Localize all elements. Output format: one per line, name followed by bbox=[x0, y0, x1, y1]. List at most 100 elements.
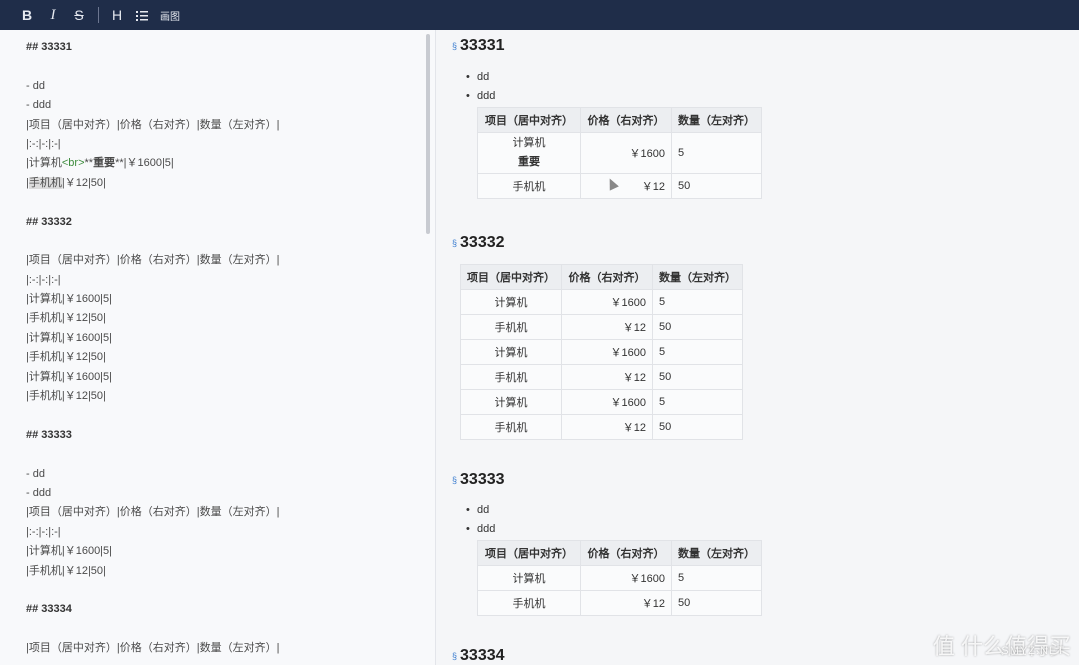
table-header: 价格（右对齐） bbox=[580, 107, 672, 133]
list-item: ddd bbox=[466, 523, 496, 535]
table-header: 数量（左对齐） bbox=[671, 540, 762, 566]
source-heading-line: ## 33331 bbox=[26, 41, 72, 53]
source-token: 手机机 bbox=[28, 176, 62, 189]
source-line bbox=[26, 581, 279, 600]
table-header: 项目（居中对齐） bbox=[477, 107, 581, 133]
source-line: |:-:|-:|:-| bbox=[26, 137, 61, 150]
table-cell: 计算机 bbox=[460, 289, 562, 315]
cell-bold-text: 重要 bbox=[518, 156, 540, 168]
table-cell: ￥12 bbox=[561, 314, 653, 340]
source-line bbox=[26, 620, 279, 639]
table-header: 价格（右对齐） bbox=[561, 264, 653, 290]
table-cell: ￥12 bbox=[580, 590, 672, 616]
source-line: |项目（居中对齐）|价格（右对齐）|数量（左对齐）| bbox=[26, 506, 280, 519]
table-cell: 手机机 bbox=[477, 590, 581, 616]
source-line bbox=[26, 406, 279, 425]
source-line bbox=[26, 57, 279, 76]
table-header: 数量（左对齐） bbox=[652, 264, 743, 290]
table-row: 计算机 ￥1600 5 bbox=[477, 565, 762, 591]
table-row: 手机机 ￥12 50 bbox=[460, 364, 743, 390]
source-token: **|￥1600|5| bbox=[115, 157, 174, 170]
preview-table-3: 项目（居中对齐） 价格（右对齐） 数量（左对齐） 计算机 ￥1600 5 手机机 ￥12… bbox=[477, 540, 762, 616]
source-token: 重要 bbox=[93, 157, 116, 170]
table-row: 手机机 ￥12 50 bbox=[460, 414, 743, 440]
table-cell: ￥1600 bbox=[580, 132, 672, 174]
table-row: 计算机 ￥1600 5 bbox=[460, 339, 743, 365]
source-line: |计算机|￥1600|5| bbox=[26, 545, 113, 558]
table-cell: 5 bbox=[652, 289, 743, 315]
anchor-link-icon[interactable]: § bbox=[452, 238, 457, 248]
preview-table-2: 项目（居中对齐） 价格（右对齐） 数量（左对齐） 计算机 ￥1600 5 手机机 ￥12… bbox=[460, 264, 743, 440]
table-header: 项目（居中对齐） bbox=[460, 264, 562, 290]
source-line: |手机机|￥12|50| bbox=[26, 312, 106, 325]
markdown-editor[interactable]: ## 33331 - dd - ddd |项目（居中对齐）|价格（右对齐）|数量（左对… bbox=[0, 30, 436, 665]
source-line: |手机机|￥12|50| bbox=[26, 390, 106, 403]
editor-toolbar: B I S H 画图 bbox=[0, 0, 1079, 30]
table-row: 计算机 ￥1600 5 bbox=[460, 289, 743, 315]
section-heading-4: § 33334 bbox=[452, 647, 505, 664]
list-item: ddd bbox=[466, 90, 496, 102]
source-line: |手机机|￥12|50| bbox=[26, 174, 279, 193]
bold-button[interactable]: B bbox=[14, 0, 40, 30]
table-row: 计算机 ￥1600 5 bbox=[460, 389, 743, 415]
table-cell: 50 bbox=[652, 314, 743, 340]
table-cell: 50 bbox=[652, 414, 743, 440]
table-row: 计算机重要 ￥1600 5 bbox=[477, 132, 762, 174]
anchor-link-icon[interactable]: § bbox=[452, 651, 457, 661]
source-line: |项目（居中对齐）|价格（右对齐）|数量（左对齐）| bbox=[26, 118, 280, 131]
table-cell: ￥12 bbox=[561, 364, 653, 390]
source-line bbox=[26, 445, 279, 464]
editor-scrollbar[interactable] bbox=[426, 34, 430, 234]
source-text[interactable]: ## 33331 - dd - ddd |项目（居中对齐）|价格（右对齐）|数量（左对… bbox=[26, 38, 279, 659]
strikethrough-button[interactable]: S bbox=[66, 0, 92, 30]
table-cell: 计算机 bbox=[460, 339, 562, 365]
preview-table-1: 项目（居中对齐） 价格（右对齐） 数量（左对齐） 计算机重要 ￥1600 5 手… bbox=[477, 107, 762, 199]
list-button[interactable] bbox=[129, 0, 155, 30]
table-cell: 5 bbox=[652, 339, 743, 365]
table-header: 数量（左对齐） bbox=[671, 107, 762, 133]
table-header: 价格（右对齐） bbox=[580, 540, 672, 566]
source-line bbox=[26, 193, 279, 212]
section-heading-1: § 33331 bbox=[452, 37, 505, 54]
table-row: 手机机 ￥12 50 bbox=[460, 314, 743, 340]
table-cell: ￥1600 bbox=[580, 565, 672, 591]
table-cell: 计算机 bbox=[460, 389, 562, 415]
source-token: ** bbox=[84, 157, 94, 170]
table-cell: 手机机 bbox=[477, 173, 581, 199]
source-line: |计算机<br>**重要**|￥1600|5| bbox=[26, 154, 279, 173]
source-token: <br> bbox=[61, 157, 85, 170]
source-token: |￥12|50| bbox=[61, 176, 106, 189]
toolbar-divider bbox=[98, 7, 99, 23]
table-cell: ￥12 bbox=[561, 414, 653, 440]
table-cell: ￥1600 bbox=[561, 289, 653, 315]
table-cell: 手机机 bbox=[460, 364, 562, 390]
source-line: |:-:|-:|:-| bbox=[26, 525, 61, 538]
anchor-link-icon[interactable]: § bbox=[452, 475, 457, 485]
section-heading-2: § 33332 bbox=[452, 234, 505, 251]
source-heading-line: ## 33333 bbox=[26, 428, 72, 441]
heading-button[interactable]: H bbox=[105, 0, 129, 30]
source-line: - ddd bbox=[26, 486, 52, 499]
source-line bbox=[26, 232, 279, 251]
table-cell: 手机机 bbox=[460, 314, 562, 340]
table-row: 手机机 ￥12 50 bbox=[477, 590, 762, 616]
table-cell: ￥12 bbox=[580, 173, 672, 199]
source-heading-line: ## 33334 bbox=[26, 603, 72, 616]
anchor-link-icon[interactable]: § bbox=[452, 41, 457, 51]
watermark-sub: SMYZ.NET bbox=[1001, 645, 1065, 657]
table-cell: ￥1600 bbox=[561, 339, 653, 365]
markdown-preview: §33331 dd ddd 项目（居中对齐） 价格（右对齐） 数量（左对齐） 计… bbox=[436, 30, 1079, 665]
source-line: |计算机|￥1600|5| bbox=[26, 370, 113, 383]
section-heading-3: § 33333 bbox=[452, 471, 505, 488]
source-token: |计算机 bbox=[26, 157, 62, 170]
table-cell: 5 bbox=[671, 132, 762, 174]
list-item: dd bbox=[466, 504, 489, 516]
source-line: - dd bbox=[26, 79, 45, 92]
draw-button[interactable]: 画图 bbox=[155, 0, 185, 30]
table-cell: 50 bbox=[671, 590, 762, 616]
table-cell: 手机机 bbox=[460, 414, 562, 440]
source-line: |计算机|￥1600|5| bbox=[26, 293, 113, 306]
table-cell: 50 bbox=[652, 364, 743, 390]
cell-text: 计算机 bbox=[512, 137, 546, 149]
italic-button[interactable]: I bbox=[40, 0, 66, 30]
